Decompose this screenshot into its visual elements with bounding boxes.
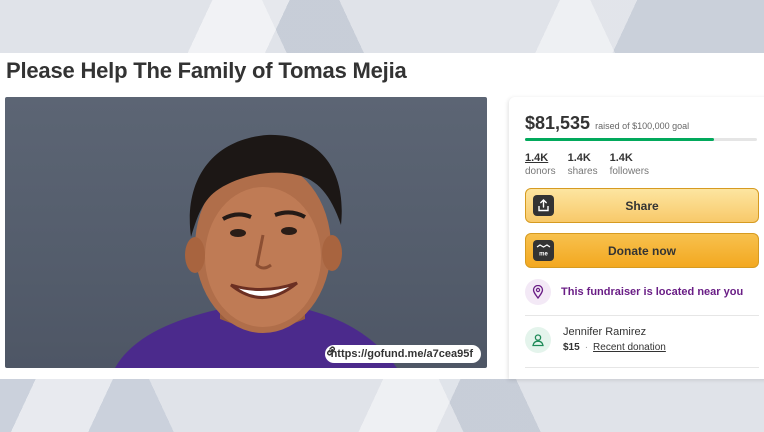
- donation-sidebar: $81,535 raised of $100,000 goal 1.4K don…: [509, 97, 764, 379]
- user-icon: [525, 326, 551, 353]
- recent-donation-link[interactable]: Recent donation: [593, 342, 666, 353]
- recent-donor-item: Jennifer Ramirez $15 · Recent donation: [525, 326, 666, 353]
- location-text: This fundraiser is located near you: [561, 286, 744, 298]
- amount-row: $81,535 raised of $100,000 goal: [525, 113, 689, 134]
- stat-followers-label: followers: [609, 166, 650, 177]
- fundraiser-photo: https://gofund.me/a7cea95f: [5, 97, 487, 368]
- separator-dot: ·: [584, 342, 589, 353]
- stats-row: 1.4K donors 1.4K shares 1.4K followers: [525, 152, 649, 177]
- donor-meta: $15 · Recent donation: [563, 342, 666, 353]
- gofund-link-text: https://gofund.me/a7cea95f: [330, 348, 473, 360]
- link-icon: [326, 346, 335, 356]
- stat-shares: 1.4K shares: [568, 152, 598, 177]
- progress-bar: [525, 138, 757, 141]
- divider: [525, 315, 759, 316]
- location-pin-icon: [525, 279, 551, 305]
- stat-donors-value: 1.4K: [525, 152, 549, 164]
- gofundme-logo-icon: me: [533, 240, 554, 261]
- divider: [525, 367, 759, 368]
- location-notice: This fundraiser is located near you: [525, 279, 743, 305]
- donor-amount: $15: [563, 342, 580, 353]
- share-button-label: Share: [625, 198, 659, 213]
- gofund-link-pill[interactable]: https://gofund.me/a7cea95f: [324, 345, 481, 363]
- donate-now-button[interactable]: me Donate now: [525, 233, 759, 268]
- donate-button-label: Donate now: [608, 243, 676, 258]
- stat-shares-label: shares: [567, 166, 598, 177]
- stat-followers-value: 1.4K: [609, 152, 633, 164]
- progress-bar-fill: [525, 138, 715, 141]
- stat-donors-label: donors: [525, 166, 556, 177]
- amount-raised: $81,535: [525, 113, 591, 133]
- stat-donors[interactable]: 1.4K donors: [525, 152, 556, 177]
- stat-followers: 1.4K followers: [610, 152, 649, 177]
- page-title: Please Help The Family of Tomas Mejia: [6, 58, 407, 83]
- donor-name: Jennifer Ramirez: [563, 326, 647, 338]
- portrait-illustration: [115, 134, 397, 368]
- donor-details: Jennifer Ramirez $15 · Recent donation: [563, 326, 666, 353]
- share-button[interactable]: Share: [525, 188, 759, 223]
- goal-text: raised of $100,000 goal: [595, 121, 690, 131]
- svg-text:me: me: [539, 252, 548, 258]
- stat-shares-value: 1.4K: [567, 152, 591, 164]
- share-icon: [533, 195, 554, 216]
